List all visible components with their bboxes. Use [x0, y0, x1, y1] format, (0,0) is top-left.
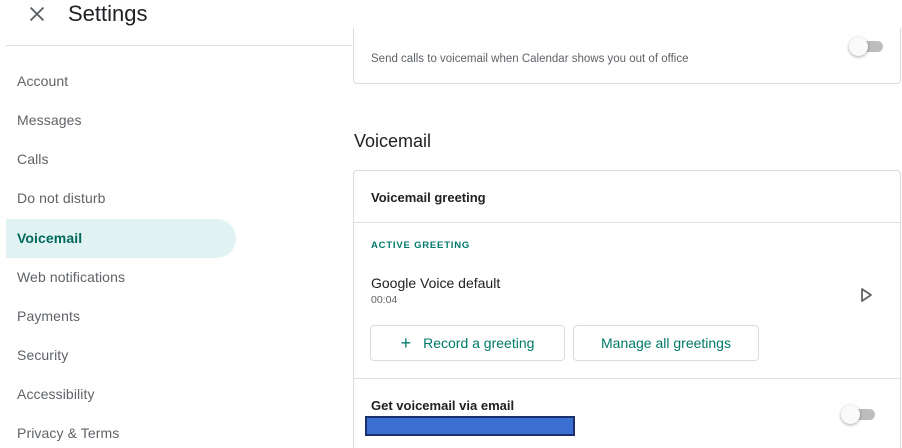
toggle-thumb [841, 405, 860, 424]
out-of-office-toggle[interactable] [849, 36, 885, 56]
sidebar-item-calls[interactable]: Calls [6, 140, 236, 179]
sidebar-item-privacy-terms[interactable]: Privacy & Terms [6, 414, 236, 448]
out-of-office-description: Send calls to voicemail when Calendar sh… [371, 53, 689, 65]
play-greeting-button[interactable] [854, 283, 878, 307]
voicemail-email-title: Get voicemail via email [371, 398, 515, 413]
voicemail-greeting-title: Voicemail greeting [371, 190, 486, 205]
play-icon [861, 288, 872, 302]
plus-icon: + [400, 333, 412, 353]
record-greeting-button[interactable]: + Record a greeting [370, 325, 565, 361]
section-title-voicemail: Voicemail [354, 131, 432, 151]
toggle-thumb [849, 37, 868, 56]
sidebar-item-web-notifications[interactable]: Web notifications [6, 258, 236, 297]
sidebar-item-accessibility[interactable]: Accessibility [6, 375, 236, 414]
sidebar-item-security[interactable]: Security [6, 336, 236, 375]
sidebar-item-payments[interactable]: Payments [6, 297, 236, 336]
sidebar-item-account[interactable]: Account [6, 62, 236, 101]
redacted-email [365, 416, 575, 436]
manage-greetings-button[interactable]: Manage all greetings [573, 325, 759, 361]
divider [354, 222, 900, 223]
greeting-name: Google Voice default [371, 275, 501, 291]
manage-greetings-label: Manage all greetings [601, 335, 731, 351]
divider [354, 378, 900, 379]
sidebar-item-do-not-disturb[interactable]: Do not disturb [6, 179, 236, 218]
greeting-duration: 00:04 [371, 294, 398, 306]
sidebar-item-messages[interactable]: Messages [6, 101, 236, 140]
active-greeting-label: ACTIVE GREETING [371, 240, 471, 251]
close-icon [29, 6, 45, 22]
voicemail-card: Voicemail greeting ACTIVE GREETING Googl… [353, 170, 901, 448]
record-greeting-label: Record a greeting [423, 335, 535, 351]
sidebar-item-voicemail[interactable]: Voicemail [6, 219, 236, 258]
voicemail-email-toggle[interactable] [841, 404, 877, 424]
header-divider [6, 45, 352, 46]
close-button[interactable] [26, 3, 48, 25]
out-of-office-card: Send calls to voicemail when Calendar sh… [353, 28, 901, 84]
page-title: Settings [68, 1, 148, 26]
